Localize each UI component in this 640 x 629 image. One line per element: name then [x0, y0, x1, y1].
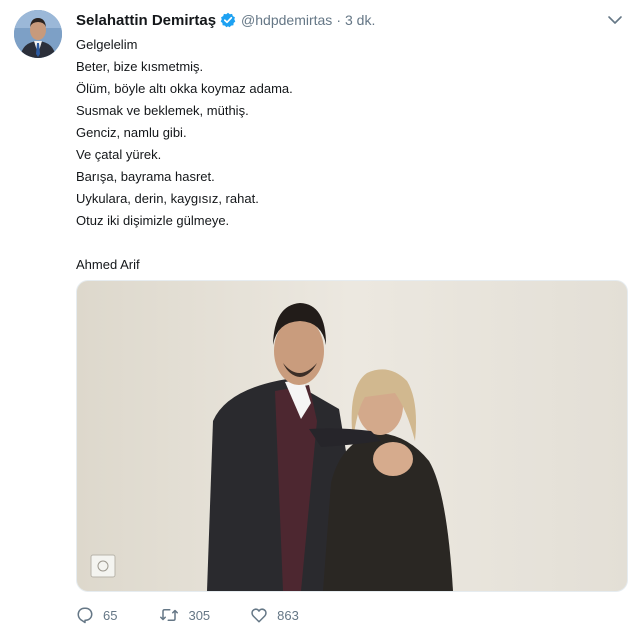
- poem-line: Beter, bize kısmetmiş.: [76, 59, 204, 74]
- separator-dot: ·: [336, 12, 341, 28]
- verified-badge-icon: [220, 12, 236, 28]
- poem-line: Uykulara, derin, kaygısız, rahat.: [76, 191, 259, 206]
- poem-line: Otuz iki dişimizle gülmeye.: [76, 213, 230, 228]
- poem-line: Gelgelelim: [76, 37, 138, 52]
- tweet-header: Selahattin Demirtaş @hdpdemirtas · 3 dk.: [76, 10, 375, 30]
- tweet-timestamp[interactable]: 3 dk.: [345, 12, 375, 28]
- poem-line: Genciz, namlu gibi.: [76, 125, 187, 140]
- retweet-count: 305: [188, 607, 211, 623]
- avatar[interactable]: [14, 10, 62, 58]
- retweet-button[interactable]: 305: [159, 606, 210, 624]
- heart-icon: [251, 608, 267, 623]
- like-count: 863: [277, 607, 299, 623]
- tweet-text: Gelgelelim Beter, bize kısmetmiş. Ölüm, …: [76, 34, 293, 276]
- poem-signature: Ahmed Arif: [76, 257, 140, 272]
- tweet-actions: 65 305 863: [76, 605, 299, 625]
- like-button[interactable]: 863: [250, 606, 299, 624]
- author-name[interactable]: Selahattin Demirtaş: [76, 12, 216, 29]
- tweet-photo[interactable]: [76, 280, 628, 592]
- poem-line: Ölüm, böyle altı okka koymaz adama.: [76, 81, 293, 96]
- reply-button[interactable]: 65: [76, 606, 117, 624]
- poem-line: Barışa, bayrama hasret.: [76, 169, 215, 184]
- poem-line: Ve çatal yürek.: [76, 147, 162, 162]
- reply-icon: [77, 607, 93, 624]
- poem-line: Susmak ve beklemek, müthiş.: [76, 103, 249, 118]
- reply-count: 65: [103, 607, 118, 623]
- chevron-down-icon[interactable]: [607, 13, 623, 25]
- photo-image: [77, 281, 627, 591]
- tweet-card: Selahattin Demirtaş @hdpdemirtas · 3 dk.…: [0, 0, 640, 629]
- retweet-icon: [160, 609, 179, 621]
- author-handle[interactable]: @hdpdemirtas: [241, 12, 332, 28]
- avatar-image: [14, 10, 62, 58]
